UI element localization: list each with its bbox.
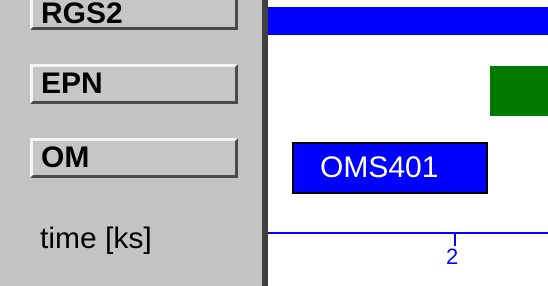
om-button[interactable]: OM <box>30 138 238 178</box>
epn-exposure-block[interactable] <box>490 66 548 116</box>
rgs2-exposure-bar[interactable] <box>268 7 548 35</box>
time-axis-label: time [ks] <box>40 222 152 255</box>
instrument-panel: RGS2 EPN OM time [ks] <box>0 0 262 286</box>
rgs2-button[interactable]: RGS2 <box>30 0 238 30</box>
timeline-plot: OMS401 2 <box>268 0 548 286</box>
axis-tick-label-2: 2 <box>446 244 459 269</box>
time-axis-line <box>268 232 548 234</box>
om-exposure-oms401[interactable]: OMS401 <box>292 142 488 194</box>
epn-button[interactable]: EPN <box>30 64 238 104</box>
